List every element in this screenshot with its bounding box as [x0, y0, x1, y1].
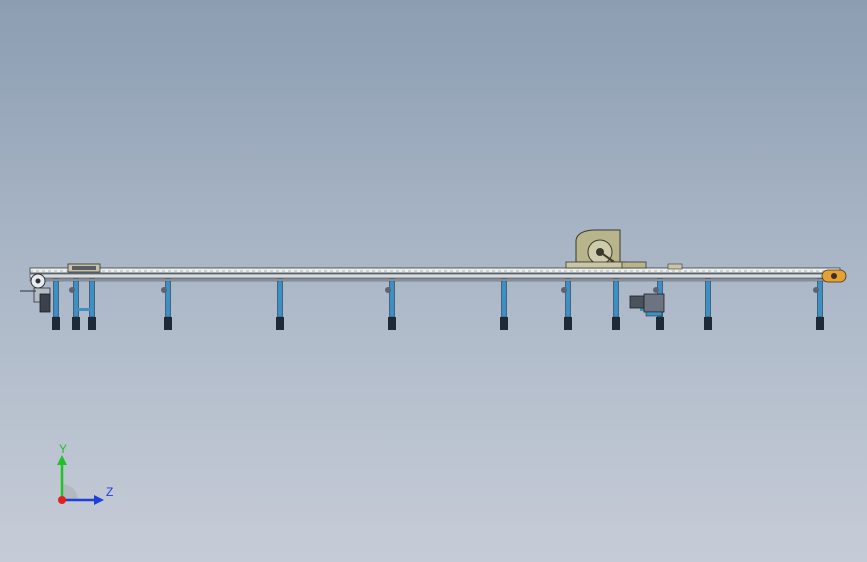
conveyor-frame[interactable] — [29, 267, 841, 282]
support-leg — [276, 278, 284, 330]
support-leg — [69, 278, 80, 330]
saw-unit[interactable] — [565, 229, 683, 270]
x-axis-icon — [58, 496, 66, 504]
outfeed-end[interactable] — [821, 269, 847, 283]
support-leg — [161, 278, 172, 330]
support-leg — [385, 278, 396, 330]
z-arrow-icon — [94, 495, 104, 505]
orientation-triad: Y Z — [57, 442, 113, 505]
support-leg — [561, 278, 572, 330]
leg-brace — [76, 308, 92, 311]
drive-motor[interactable] — [629, 293, 665, 317]
z-axis-label: Z — [106, 485, 113, 499]
support-leg — [813, 278, 824, 330]
support-leg — [704, 278, 712, 330]
support-leg — [612, 278, 620, 330]
support-leg — [88, 278, 96, 330]
support-leg — [52, 278, 60, 330]
y-axis-label: Y — [59, 442, 67, 456]
support-leg — [500, 278, 508, 330]
conveyor-model[interactable] — [0, 0, 867, 562]
support-legs — [52, 278, 824, 330]
y-arrow-icon — [57, 455, 67, 465]
graphics-viewport[interactable]: Y Z — [0, 0, 867, 562]
